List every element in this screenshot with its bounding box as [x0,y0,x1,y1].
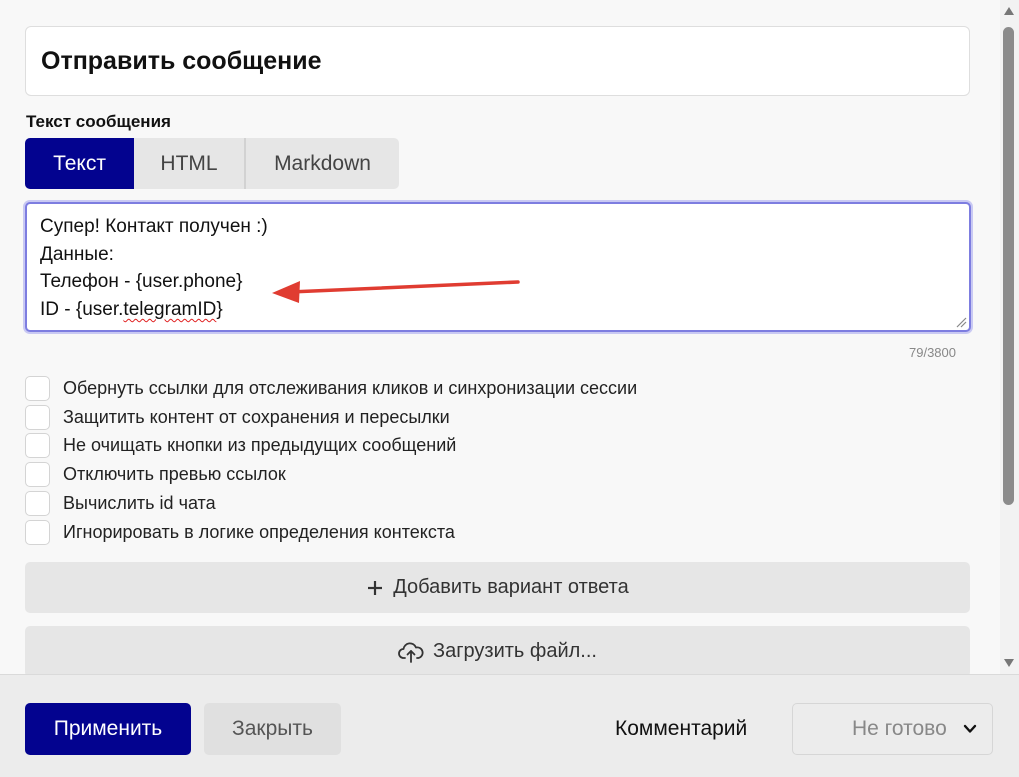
message-line: Данные: [40,244,114,265]
apply-button[interactable]: Применить [25,703,191,755]
checkbox[interactable] [25,461,50,487]
cloud-upload-icon [398,641,424,663]
option-label: Игнорировать в логике определения контек… [63,521,455,542]
title-field[interactable]: Отправить сообщение [25,26,970,96]
plus-icon [366,579,384,597]
option-wrap-links[interactable]: Обернуть ссылки для отслеживания кликов … [25,375,637,401]
vertical-scrollbar[interactable] [1000,0,1019,674]
message-textarea[interactable]: Супер! Контакт получен :) Данные: Телефо… [25,202,971,332]
message-line-suffix: } [216,299,223,320]
checkbox[interactable] [25,519,50,545]
page-title: Отправить сообщение [41,46,322,75]
close-button[interactable]: Закрыть [204,703,341,755]
option-compute-chat-id[interactable]: Вычислить id чата [25,490,216,516]
option-label: Защитить контент от сохранения и пересыл… [63,406,450,427]
dialog-footer: Применить Закрыть Комментарий Не готово [0,674,1019,777]
comment-button[interactable]: Комментарий [615,717,747,741]
status-value: Не готово [852,717,947,740]
format-tabs: Текст HTML Markdown [25,138,399,189]
option-keep-buttons[interactable]: Не очищать кнопки из предыдущих сообщени… [25,432,456,458]
option-label: Вычислить id чата [63,492,216,513]
dialog-body: Отправить сообщение Текст сообщения Текс… [0,0,1000,674]
tab-markdown[interactable]: Markdown [246,138,399,189]
option-disable-preview[interactable]: Отключить превью ссылок [25,461,286,487]
message-line-prefix: ID - {user. [40,299,124,320]
checkbox[interactable] [25,404,50,430]
option-label: Обернуть ссылки для отслеживания кликов … [63,377,638,398]
option-label: Не очищать кнопки из предыдущих сообщени… [63,434,457,455]
message-line: ID - {user.telegramID} [40,299,223,321]
upload-file-label: Загрузить файл... [433,640,597,662]
chevron-down-icon [963,724,977,733]
message-section-label: Текст сообщения [26,112,171,131]
checkbox[interactable] [25,432,50,458]
upload-file-button[interactable]: Загрузить файл... [25,626,970,674]
scroll-down-arrow-icon[interactable] [1004,659,1014,667]
option-ignore-context[interactable]: Игнорировать в логике определения контек… [25,519,455,545]
checkbox[interactable] [25,490,50,516]
tab-html[interactable]: HTML [134,138,246,189]
scroll-up-arrow-icon[interactable] [1004,7,1014,15]
message-line: Супер! Контакт получен :) [40,216,268,237]
add-answer-button[interactable]: Добавить вариант ответа [25,562,970,613]
tab-text[interactable]: Текст [25,138,134,189]
misspelled-word: telegramID [123,299,217,320]
resize-grip-icon[interactable] [955,316,967,328]
annotation-arrow-icon [272,280,520,303]
char-counter: 79/3800 [909,345,956,360]
checkbox[interactable] [25,375,50,401]
message-line: Телефон - {user.phone} [40,271,243,292]
add-answer-label: Добавить вариант ответа [393,576,629,598]
scrollbar-thumb[interactable] [1003,27,1014,505]
option-label: Отключить превью ссылок [63,463,286,484]
option-protect-content[interactable]: Защитить контент от сохранения и пересыл… [25,404,450,430]
status-select[interactable]: Не готово [792,703,993,755]
